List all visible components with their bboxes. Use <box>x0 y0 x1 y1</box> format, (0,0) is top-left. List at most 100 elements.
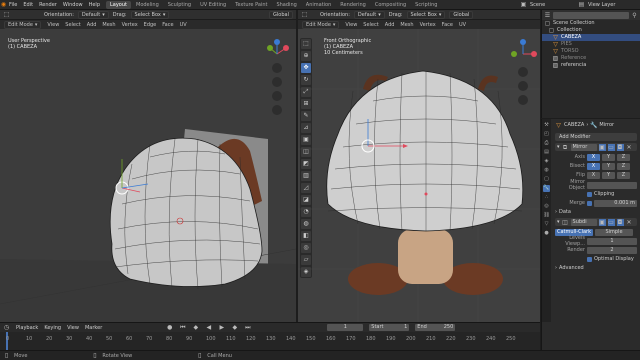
mode-dropdown[interactable]: Edit Mode ▾ <box>302 20 340 29</box>
clipping-checkbox[interactable] <box>587 191 592 197</box>
viewport-toggle-icon[interactable]: ▭ <box>607 218 615 226</box>
transform-orientation-dropdown[interactable]: Global <box>269 10 293 19</box>
scene-tab-icon[interactable]: ◈ <box>543 158 550 165</box>
menu-render[interactable]: Render <box>39 2 57 8</box>
timeline-editor-icon[interactable]: ◷ <box>3 324 10 331</box>
tab-shading[interactable]: Shading <box>272 1 300 9</box>
prev-key-icon[interactable]: ◆ <box>192 324 199 331</box>
editor-type-icon[interactable]: ⬚ <box>3 11 10 18</box>
menu-face[interactable]: Face <box>162 22 173 28</box>
tab-layout[interactable]: Layout <box>106 0 131 9</box>
right-viewport[interactable]: ⬚ Orientation: Default ▾ Drag: Select Box… <box>298 10 540 322</box>
outliner-search-input[interactable] <box>553 11 629 19</box>
orientation-dropdown[interactable]: Default ▾ <box>353 10 385 19</box>
optimal-display-checkbox[interactable] <box>587 256 592 262</box>
output-tab-icon[interactable]: ⎙ <box>543 140 550 147</box>
tab-modeling[interactable]: Modeling <box>132 1 163 9</box>
end-frame-field[interactable]: End 250 <box>415 324 456 331</box>
menu-add[interactable]: Add <box>87 22 97 28</box>
menu-uv[interactable]: UV <box>459 22 466 28</box>
flip-x-toggle[interactable]: X <box>587 171 600 179</box>
subsurf-modifier-header[interactable]: ▾ ◫ Subdi ▣ ▭ ◘ ✕ <box>555 218 637 226</box>
menu-marker[interactable]: Marker <box>85 325 102 331</box>
data-tab-icon[interactable]: ▽ <box>543 221 550 228</box>
scene-selector[interactable]: ▣ Scene <box>520 1 546 8</box>
tab-sculpting[interactable]: Sculpting <box>164 1 195 9</box>
edit-mode-toggle-icon[interactable]: ▣ <box>598 218 606 226</box>
menu-select[interactable]: Select <box>363 22 378 28</box>
navigation-gizmo[interactable] <box>508 38 538 118</box>
drag-dropdown[interactable]: Select Box ▾ <box>406 10 446 19</box>
bisect-x-toggle[interactable]: X <box>587 162 600 170</box>
menu-uv[interactable]: UV <box>180 22 187 28</box>
bisect-z-toggle[interactable]: Z <box>617 162 630 170</box>
mirror-modifier-header[interactable]: ▾ ⧉ Mirror ▣ ▭ ◘ ✕ <box>555 143 637 151</box>
jump-end-icon[interactable]: ⏭ <box>244 324 251 331</box>
levels-viewport-field[interactable]: 1 <box>587 237 637 245</box>
add-modifier-button[interactable]: Add Modifier <box>555 133 637 141</box>
outliner-scene-collection[interactable]: ▢ Scene Collection <box>542 20 640 27</box>
menu-window[interactable]: Window <box>63 2 83 8</box>
merge-checkbox[interactable] <box>587 200 592 206</box>
mushroom-mesh-perspective[interactable] <box>0 29 296 322</box>
outliner-item-reference[interactable]: ▨ Reference <box>542 55 640 62</box>
outliner-item-collection[interactable]: ▢ Collection <box>542 27 640 34</box>
advanced-subpanel[interactable]: › Advanced <box>555 264 637 272</box>
play-icon[interactable]: ▶ <box>218 324 225 331</box>
simple-toggle[interactable]: Simple <box>595 228 633 236</box>
close-icon[interactable]: ✕ <box>626 144 633 151</box>
tab-rendering[interactable]: Rendering <box>336 1 370 9</box>
menu-add[interactable]: Add <box>385 22 395 28</box>
record-icon[interactable]: ● <box>166 324 173 331</box>
menu-view[interactable]: View <box>47 22 59 28</box>
play-reverse-icon[interactable]: ◀ <box>205 324 212 331</box>
modifier-tab-icon[interactable]: 🔧 <box>543 185 550 192</box>
data-subpanel[interactable]: › Data <box>555 208 637 216</box>
tab-compositing[interactable]: Compositing <box>371 1 410 9</box>
mushroom-mesh-front[interactable] <box>298 29 540 322</box>
orientation-dropdown[interactable]: Default ▾ <box>77 10 109 19</box>
outliner-item-referencia[interactable]: ▨ referencia <box>542 62 640 69</box>
edit-mode-toggle-icon[interactable]: ▣ <box>598 143 606 151</box>
current-frame-field[interactable]: 1 <box>327 324 364 331</box>
render-tab-icon[interactable]: ◰ <box>543 131 550 138</box>
outliner-display-icon[interactable]: ☰ <box>544 12 551 19</box>
left-viewport[interactable]: ⬚ Orientation: Default ▾ Drag: Select Box… <box>0 10 296 322</box>
menu-mesh[interactable]: Mesh <box>400 22 413 28</box>
mode-dropdown[interactable]: Edit Mode ▾ <box>4 20 42 29</box>
world-tab-icon[interactable]: ◍ <box>543 167 550 174</box>
tab-uv-editing[interactable]: UV Editing <box>196 1 230 9</box>
axis-z-toggle[interactable]: Z <box>617 153 630 161</box>
menu-help[interactable]: Help <box>89 2 100 8</box>
axis-x-toggle[interactable]: X <box>587 153 600 161</box>
menu-vertex[interactable]: Vertex <box>122 22 138 28</box>
menu-file[interactable]: File <box>9 2 17 8</box>
outliner-item-pies[interactable]: ▽ PIES <box>542 41 640 48</box>
filter-icon[interactable]: ⚲ <box>631 12 638 19</box>
render-levels-field[interactable]: 2 <box>587 246 637 254</box>
menu-edit[interactable]: Edit <box>23 2 33 8</box>
flip-y-toggle[interactable]: Y <box>602 171 615 179</box>
start-frame-field[interactable]: Start 1 <box>369 324 410 331</box>
bisect-y-toggle[interactable]: Y <box>602 162 615 170</box>
render-toggle-icon[interactable]: ◘ <box>616 143 624 151</box>
editor-type-icon[interactable]: ⬚ <box>301 11 308 18</box>
tab-scripting[interactable]: Scripting <box>411 1 441 9</box>
jump-start-icon[interactable]: ⏮ <box>179 324 186 331</box>
merge-distance-field[interactable]: 0.001 m <box>594 199 637 207</box>
material-tab-icon[interactable]: ● <box>543 230 550 237</box>
chevron-down-icon[interactable]: ▾ <box>557 219 560 225</box>
menu-face[interactable]: Face <box>442 22 453 28</box>
transform-orientation-dropdown[interactable]: Global <box>449 10 474 19</box>
menu-playback[interactable]: Playback <box>16 325 38 331</box>
menu-keying[interactable]: Keying <box>44 325 61 331</box>
menu-mesh[interactable]: Mesh <box>102 22 115 28</box>
view-layer-tab-icon[interactable]: ▤ <box>543 149 550 156</box>
render-toggle-icon[interactable]: ◘ <box>616 218 624 226</box>
tab-texture-paint[interactable]: Texture Paint <box>231 1 271 9</box>
next-key-icon[interactable]: ◆ <box>231 324 238 331</box>
constraints-tab-icon[interactable]: ⛓ <box>543 212 550 219</box>
subsurf-name-field[interactable]: Subdi <box>570 218 597 226</box>
particles-tab-icon[interactable]: ∴ <box>543 194 550 201</box>
drag-dropdown[interactable]: Select Box ▾ <box>130 10 170 19</box>
